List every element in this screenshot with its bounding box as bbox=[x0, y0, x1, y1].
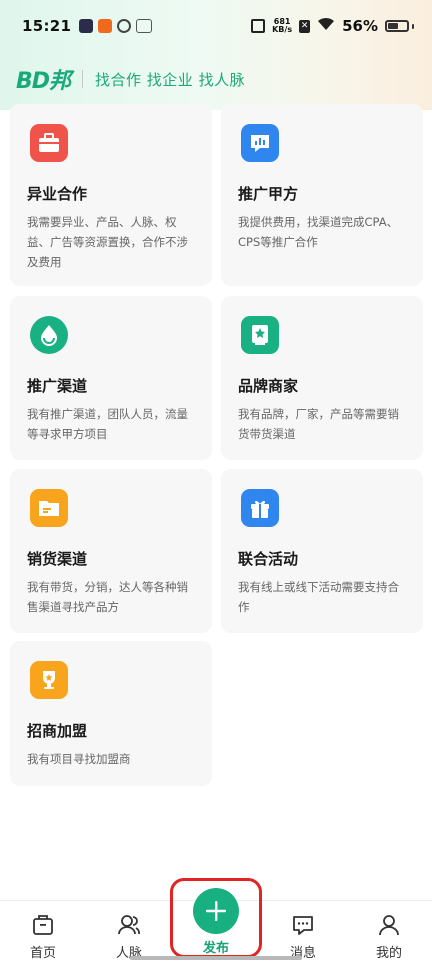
app-logo: BD邦 bbox=[16, 69, 71, 94]
app-notification-icon bbox=[98, 19, 113, 33]
category-card[interactable]: 推广渠道 我有推广渠道，团队人员，流量等寻求甲方项目 bbox=[10, 296, 212, 460]
tab-mine[interactable]: 我的 bbox=[346, 901, 432, 964]
tab-contacts[interactable]: 人脉 bbox=[86, 901, 172, 964]
user-icon bbox=[377, 913, 401, 937]
publish-label[interactable]: 发布 bbox=[186, 937, 246, 956]
card-description: 我有品牌，厂家，产品等需要销货带货渠道 bbox=[238, 407, 399, 441]
card-title: 联合活动 bbox=[238, 550, 299, 568]
app-header: BD邦 找合作 找企业 找人脉 bbox=[16, 64, 245, 94]
card-title: 销货渠道 bbox=[27, 550, 88, 568]
card-title: 推广甲方 bbox=[238, 185, 299, 203]
home-indicator bbox=[130, 956, 302, 960]
message-icon bbox=[291, 913, 315, 937]
plus-icon bbox=[206, 901, 226, 921]
tab-label: 首页 bbox=[29, 946, 56, 961]
vibrate-icon bbox=[251, 19, 266, 33]
header-divider bbox=[82, 70, 84, 88]
home-icon bbox=[31, 913, 55, 937]
tab-messages[interactable]: 消息 bbox=[260, 901, 346, 964]
network-speed: 681 KB/s bbox=[272, 17, 293, 34]
publish-button[interactable] bbox=[193, 888, 239, 934]
app-notification-icon bbox=[136, 19, 153, 33]
app-notification-icon bbox=[79, 19, 94, 33]
battery-icon bbox=[385, 20, 414, 32]
status-bar: 15:21 681 KB/s ✕ 56% bbox=[0, 0, 432, 52]
battery-percent: 56% bbox=[342, 17, 378, 35]
card-title: 异业合作 bbox=[27, 185, 88, 203]
droplet-icon bbox=[30, 316, 68, 354]
card-description: 我有带货，分销，达人等各种销售渠道寻找产品方 bbox=[27, 580, 188, 614]
card-description: 我需要异业、产品、人脉、权益、广告等资源置换，合作不涉及费用 bbox=[27, 215, 188, 269]
tab-home[interactable]: 首页 bbox=[0, 901, 86, 964]
app-notification-icon bbox=[117, 19, 132, 33]
card-description: 我有项目寻找加盟商 bbox=[27, 752, 131, 766]
category-card[interactable]: 品牌商家 我有品牌，厂家，产品等需要销货带货渠道 bbox=[221, 296, 423, 460]
app-slogan: 找合作 找企业 找人脉 bbox=[95, 70, 246, 89]
tab-label: 我的 bbox=[375, 946, 402, 961]
card-title: 推广渠道 bbox=[27, 377, 88, 395]
card-description: 我提供费用，找渠道完成CPA、CPS等推广合作 bbox=[238, 215, 399, 249]
no-sim-icon: ✕ bbox=[299, 19, 311, 33]
card-description: 我有线上或线下活动需要支持合作 bbox=[238, 580, 399, 614]
brand-book-icon bbox=[241, 316, 279, 354]
contacts-icon bbox=[117, 913, 141, 937]
briefcase-icon bbox=[30, 124, 68, 162]
folder-icon bbox=[30, 489, 68, 527]
card-description: 我有推广渠道，团队人员，流量等寻求甲方项目 bbox=[27, 407, 188, 441]
category-card[interactable]: 招商加盟 我有项目寻找加盟商 bbox=[10, 641, 212, 786]
category-card[interactable]: 异业合作 我需要异业、产品、人脉、权益、广告等资源置换，合作不涉及费用 bbox=[10, 104, 212, 286]
status-time: 15:21 bbox=[22, 17, 72, 35]
category-card[interactable]: 推广甲方 我提供费用，找渠道完成CPA、CPS等推广合作 bbox=[221, 104, 423, 286]
chart-message-icon bbox=[241, 124, 279, 162]
wifi-icon bbox=[317, 17, 335, 35]
card-title: 招商加盟 bbox=[27, 722, 88, 740]
category-card[interactable]: 销货渠道 我有带货，分销，达人等各种销售渠道寻找产品方 bbox=[10, 469, 212, 633]
card-title: 品牌商家 bbox=[238, 377, 299, 395]
category-card[interactable]: 联合活动 我有线上或线下活动需要支持合作 bbox=[221, 469, 423, 633]
gift-icon bbox=[241, 489, 279, 527]
trophy-icon bbox=[30, 661, 68, 699]
